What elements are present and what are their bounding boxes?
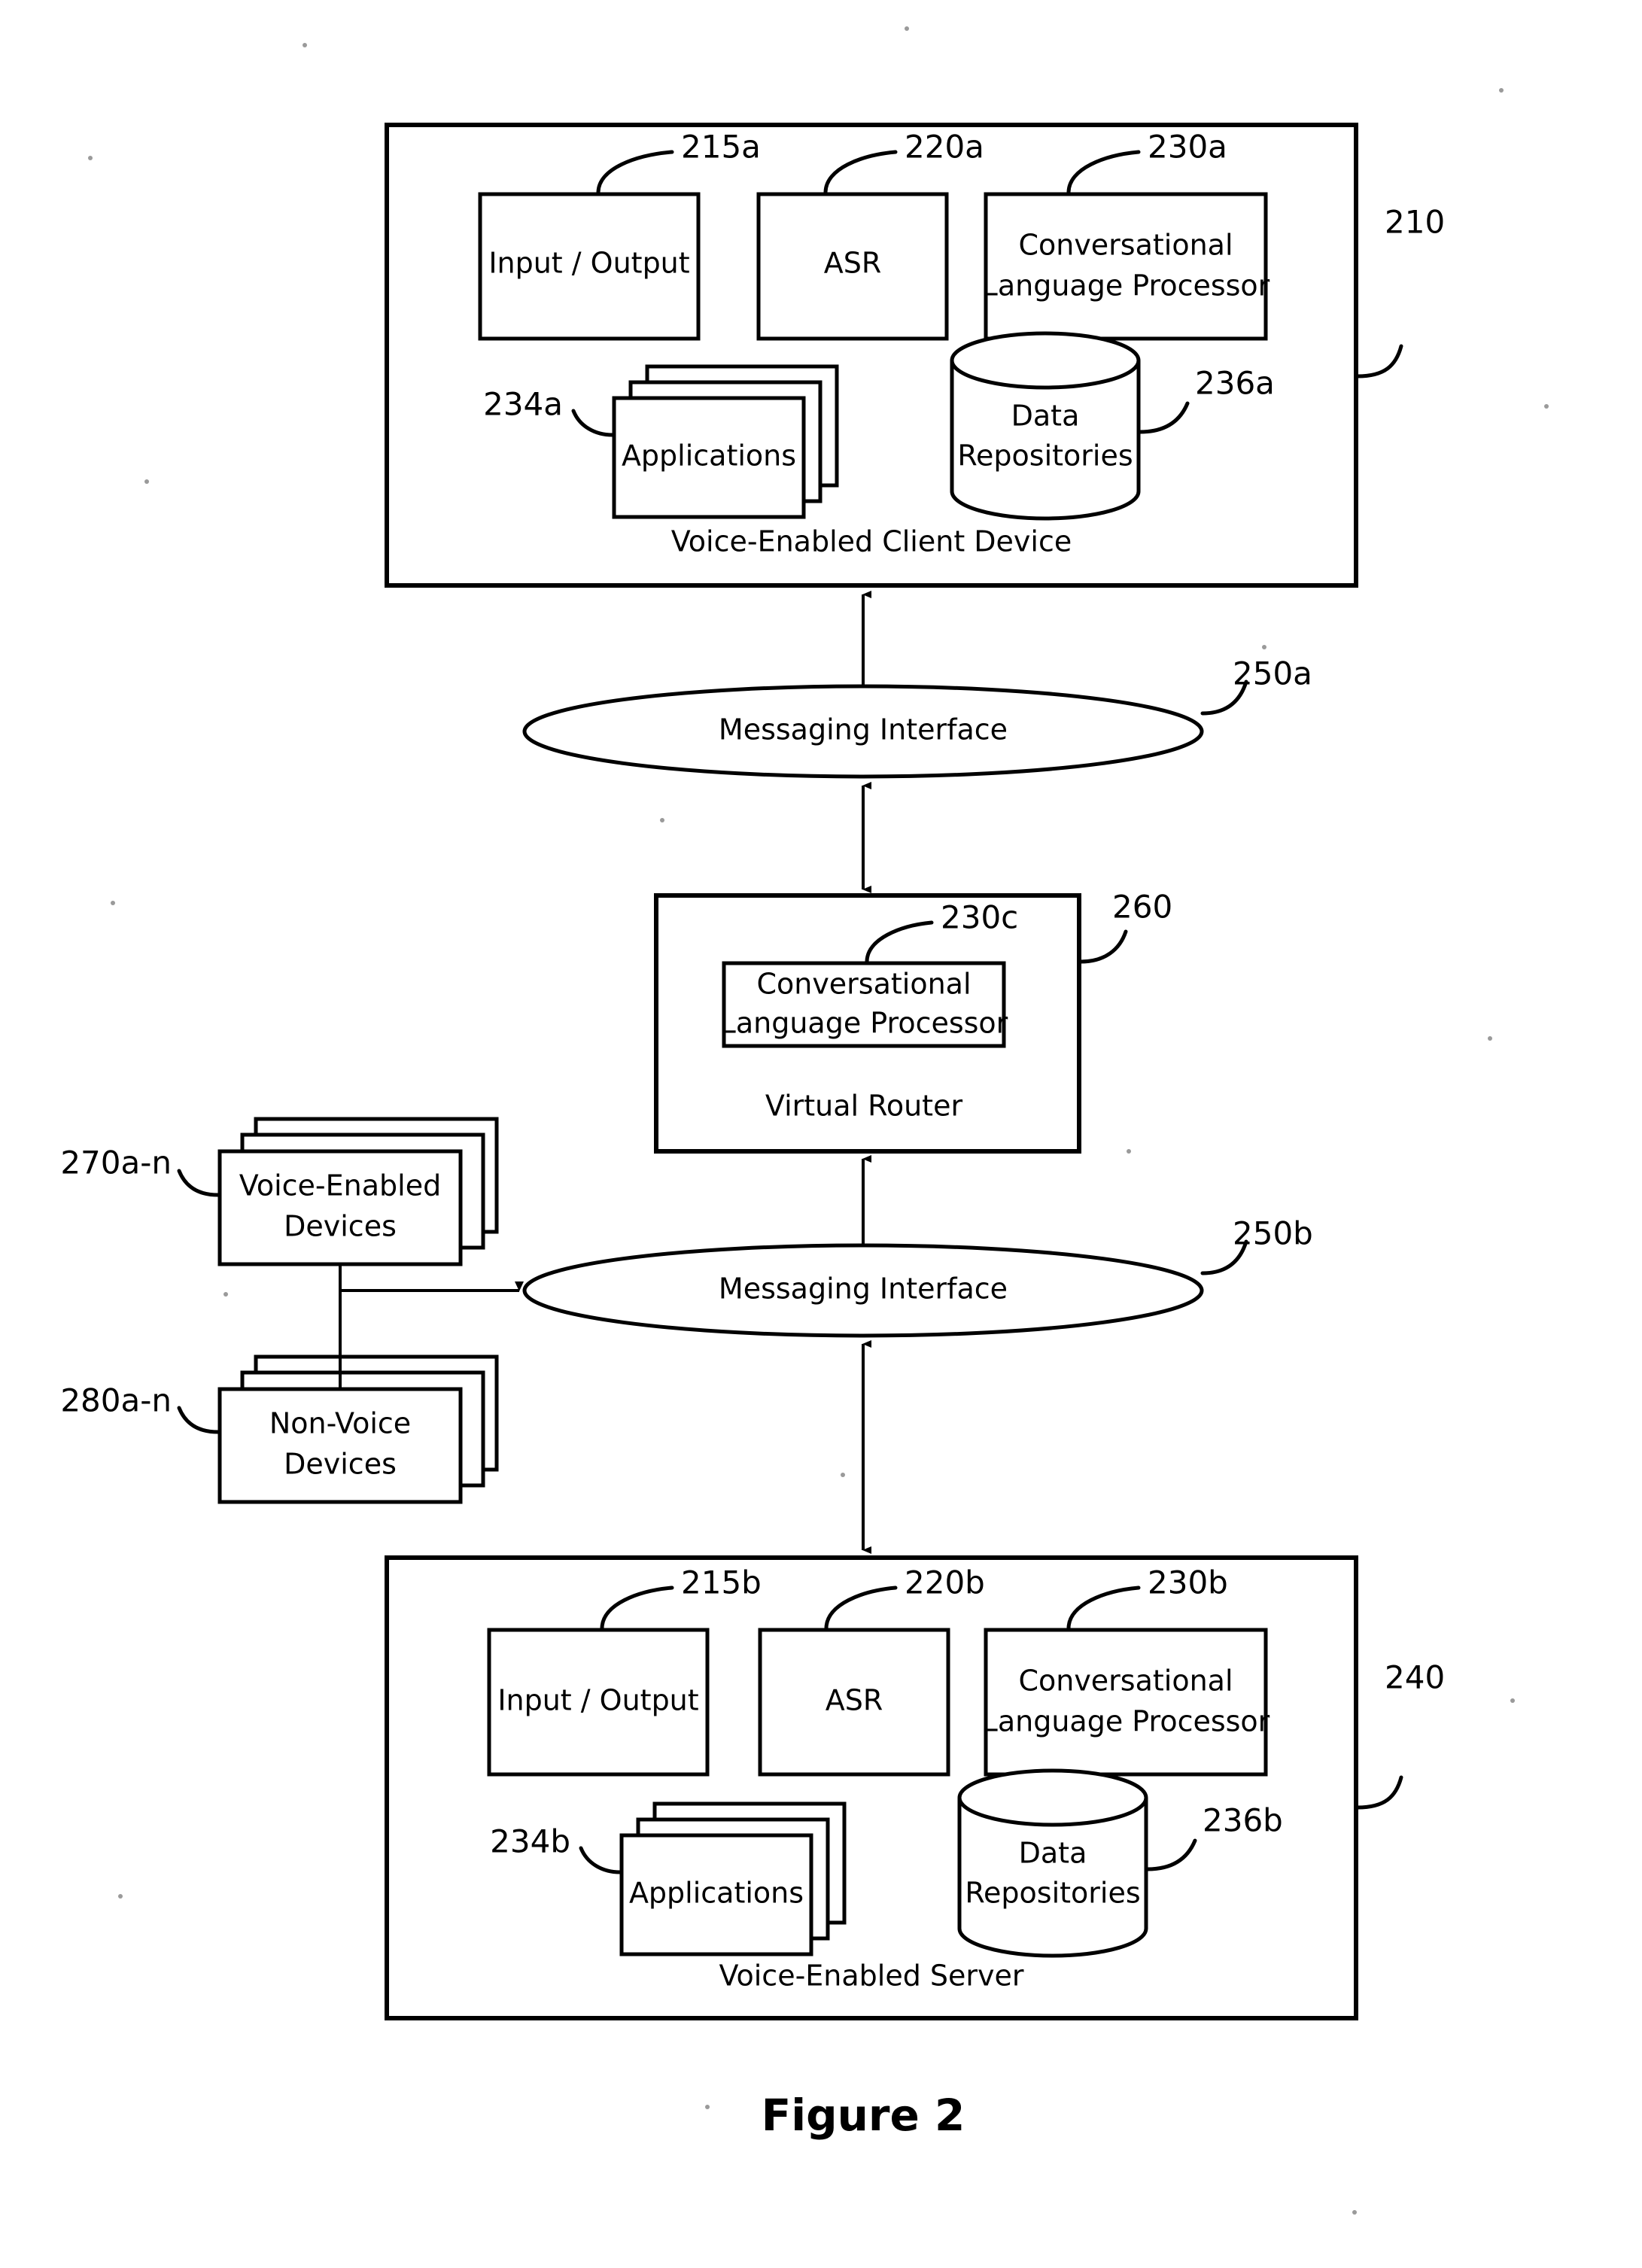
ref-220b-label: 220b (905, 1564, 985, 1601)
client-input-output-box[interactable]: Input / Output (478, 192, 701, 341)
client-applications-stack[interactable]: Applications (612, 364, 839, 519)
patent-figure-page: Input / Output 215a ASR 220a Conversatio… (0, 0, 1642, 2268)
virtual-router-panel-label: Virtual Router (765, 1090, 963, 1123)
ref-215b-label: 215b (681, 1564, 762, 1601)
ref-230a-label: 230a (1148, 129, 1227, 166)
non-voice-devices-label-line2: Devices (284, 1448, 397, 1481)
ref-270a-n-label: 270a-n (60, 1145, 172, 1181)
ref-215a-label: 215a (681, 129, 761, 166)
figure-caption: Figure 2 (762, 2090, 965, 2141)
non-voice-devices-label-line1: Non-Voice (269, 1407, 411, 1440)
server-data-repositories-label-line2: Repositories (965, 1877, 1140, 1910)
client-device-panel[interactable]: Input / Output 215a ASR 220a Conversatio… (385, 123, 1358, 588)
router-clp-label-line1: Conversational (756, 968, 971, 1001)
client-clp-label-line2: Language Processor (982, 269, 1270, 303)
ref-250a-label: 250a (1233, 655, 1312, 692)
server-applications-label: Applications (629, 1877, 804, 1910)
ref-260: 260 (1078, 889, 1172, 964)
server-asr-label: ASR (826, 1684, 883, 1717)
ref-250b: 250b (1200, 1215, 1313, 1275)
client-data-repositories-label-line2: Repositories (957, 439, 1133, 473)
non-voice-devices-stack[interactable]: Non-Voice Devices (217, 1354, 499, 1504)
ref-236b-label: 236b (1203, 1802, 1283, 1839)
client-input-output-label: Input / Output (488, 247, 689, 280)
ref-230b-label: 230b (1148, 1564, 1228, 1601)
server-clp-box[interactable]: Conversational Language Processor (982, 1628, 1270, 1777)
ref-270a-n: 270a-n (60, 1145, 220, 1197)
messaging-interface-bottom-label: Messaging Interface (719, 1272, 1008, 1306)
server-input-output-label: Input / Output (497, 1684, 698, 1717)
figure-canvas: Input / Output 215a ASR 220a Conversatio… (60, 26, 1549, 2215)
voice-enabled-devices-label-line2: Devices (284, 1210, 397, 1243)
ref-210-label: 210 (1385, 204, 1445, 241)
voice-enabled-devices-label-line1: Voice-Enabled (239, 1169, 441, 1202)
ref-236a-label: 236a (1195, 365, 1275, 402)
server-clp-label-line2: Language Processor (982, 1705, 1270, 1738)
ref-220a-label: 220a (905, 129, 984, 166)
ref-260-label: 260 (1112, 889, 1172, 926)
router-clp-box[interactable]: Conversational Language Processor (720, 961, 1008, 1048)
ref-280a-n-label: 280a-n (60, 1382, 172, 1419)
server-clp-label-line1: Conversational (1018, 1665, 1233, 1698)
ref-210: 210 (1355, 204, 1445, 379)
client-data-repositories-label-line1: Data (1011, 400, 1080, 433)
virtual-router-panel[interactable]: Conversational Language Processor 230c V… (654, 893, 1081, 1154)
client-device-panel-label: Voice-Enabled Client Device (671, 525, 1072, 558)
server-data-repositories-label-line1: Data (1019, 1837, 1087, 1870)
client-clp-box[interactable]: Conversational Language Processor (982, 192, 1270, 341)
ref-280a-n: 280a-n (60, 1382, 220, 1434)
client-asr-box[interactable]: ASR (756, 192, 949, 341)
ref-234b-label: 234b (490, 1823, 570, 1860)
client-data-repositories-cylinder[interactable]: Data Repositories (950, 331, 1141, 521)
ref-250b-label: 250b (1233, 1215, 1313, 1252)
router-clp-label-line2: Language Processor (720, 1007, 1008, 1040)
server-panel-label: Voice-Enabled Server (719, 1959, 1023, 1993)
server-asr-box[interactable]: ASR (758, 1628, 950, 1777)
messaging-interface-top-label: Messaging Interface (719, 713, 1008, 746)
server-panel[interactable]: Input / Output 215b ASR 220b Conversatio… (385, 1555, 1358, 2020)
client-asr-label: ASR (824, 247, 882, 280)
server-applications-stack[interactable]: Applications (619, 1801, 847, 1956)
ref-230c-label: 230c (941, 899, 1018, 936)
server-data-repositories-cylinder[interactable]: Data Repositories (957, 1768, 1148, 1958)
ref-240-label: 240 (1385, 1659, 1445, 1696)
server-input-output-box[interactable]: Input / Output (487, 1628, 710, 1777)
client-applications-label: Applications (622, 439, 796, 473)
messaging-interface-top[interactable]: Messaging Interface (522, 684, 1204, 779)
client-clp-label-line1: Conversational (1018, 229, 1233, 262)
ref-240: 240 (1355, 1659, 1445, 1810)
ref-234a-label: 234a (483, 386, 563, 423)
ref-250a: 250a (1200, 655, 1312, 716)
messaging-interface-bottom[interactable]: Messaging Interface (522, 1243, 1204, 1338)
voice-enabled-devices-stack[interactable]: Voice-Enabled Devices (217, 1117, 499, 1266)
